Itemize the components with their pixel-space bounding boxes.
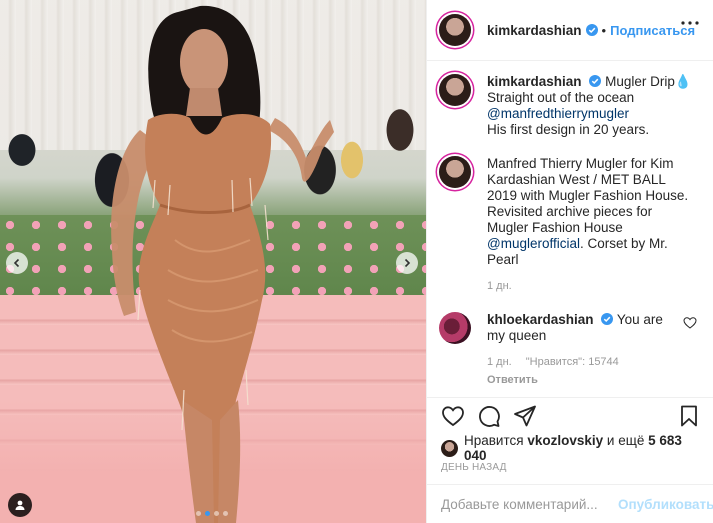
comment-bubble-icon[interactable] xyxy=(477,404,501,428)
carousel-dot xyxy=(223,511,228,516)
bookmark-icon[interactable] xyxy=(677,404,701,428)
chevron-left-icon xyxy=(13,258,20,268)
caption-comment-continued: Manfred Thierry Mugler for Kim Kardashia… xyxy=(439,156,697,294)
comment-time[interactable]: 1 дн. xyxy=(487,354,512,370)
user-tag-button[interactable] xyxy=(8,493,32,517)
comment-item: khloekardashian You are my queen 1 дн. "… xyxy=(439,312,697,388)
caption-line-1: Mugler Drip💧 xyxy=(605,74,692,89)
likes-prefix: Нравится xyxy=(464,433,524,448)
caption-line-2: Straight out of the ocean xyxy=(487,90,635,105)
carousel-dot xyxy=(196,511,201,516)
carousel-indicator xyxy=(196,511,228,516)
comment-meta: 1 дн. xyxy=(487,278,697,294)
likes-suffix: и ещё xyxy=(606,433,645,448)
likes-text: Нравится vkozlovskiy и ещё 5 683 040 xyxy=(464,433,701,463)
verified-badge-icon xyxy=(601,313,614,325)
more-options-icon[interactable] xyxy=(677,12,703,34)
post-date[interactable]: ДЕНЬ НАЗАД xyxy=(441,462,507,473)
carousel-next-button[interactable] xyxy=(396,252,418,274)
heart-icon[interactable] xyxy=(683,316,697,330)
mention-link[interactable]: @manfredthierrymugler xyxy=(487,106,629,121)
verified-badge-icon xyxy=(589,75,602,87)
comment-username[interactable]: khloekardashian xyxy=(487,312,594,327)
carousel-prev-button[interactable] xyxy=(6,252,28,274)
add-comment-bar: Опубликовать xyxy=(427,484,713,523)
post-header: kimkardashian • Подписаться xyxy=(427,0,713,61)
liker-username[interactable]: vkozlovskiy xyxy=(527,433,603,448)
carousel-dot xyxy=(214,511,219,516)
share-paper-plane-icon[interactable] xyxy=(513,404,537,428)
caption-text: Manfred Thierry Mugler for Kim Kardashia… xyxy=(487,156,689,235)
comment-input[interactable] xyxy=(441,496,618,512)
author-avatar[interactable] xyxy=(439,156,471,188)
post-photo[interactable] xyxy=(0,0,426,523)
author-avatar[interactable] xyxy=(439,74,471,106)
publish-button[interactable]: Опубликовать xyxy=(618,497,713,512)
comment-reply-row: Ответить xyxy=(487,372,683,388)
author-avatar[interactable] xyxy=(439,14,471,46)
author-username[interactable]: kimkardashian xyxy=(487,23,582,38)
caption-line-3: His first design in 20 years. xyxy=(487,122,650,137)
comment-time[interactable]: 1 дн. xyxy=(487,278,512,294)
mention-link[interactable]: @muglerofficial xyxy=(487,236,580,251)
comment-meta: 1 дн. "Нравится": 15744 xyxy=(487,354,683,370)
post-side-panel: kimkardashian • Подписаться kimkardashia… xyxy=(426,0,713,523)
user-tag-icon xyxy=(15,500,25,510)
comment-likes[interactable]: "Нравится": 15744 xyxy=(526,354,619,370)
liker-avatar[interactable] xyxy=(441,439,458,457)
comments-list: kimkardashian Mugler Drip💧 Straight out … xyxy=(427,62,713,397)
header-separator: • xyxy=(601,22,607,38)
caption-comment: kimkardashian Mugler Drip💧 Straight out … xyxy=(439,74,697,138)
chevron-right-icon xyxy=(404,258,411,268)
carousel-dot-active xyxy=(205,511,210,516)
post-actions-bar xyxy=(427,397,713,431)
commenter-avatar[interactable] xyxy=(439,312,471,344)
verified-badge-icon xyxy=(585,24,598,36)
photo-subject-figure xyxy=(111,5,334,523)
comment-username[interactable]: kimkardashian xyxy=(487,74,582,89)
heart-icon[interactable] xyxy=(441,404,465,428)
reply-button[interactable]: Ответить xyxy=(487,372,538,388)
likes-summary: Нравится vkozlovskiy и ещё 5 683 040 xyxy=(441,433,701,463)
